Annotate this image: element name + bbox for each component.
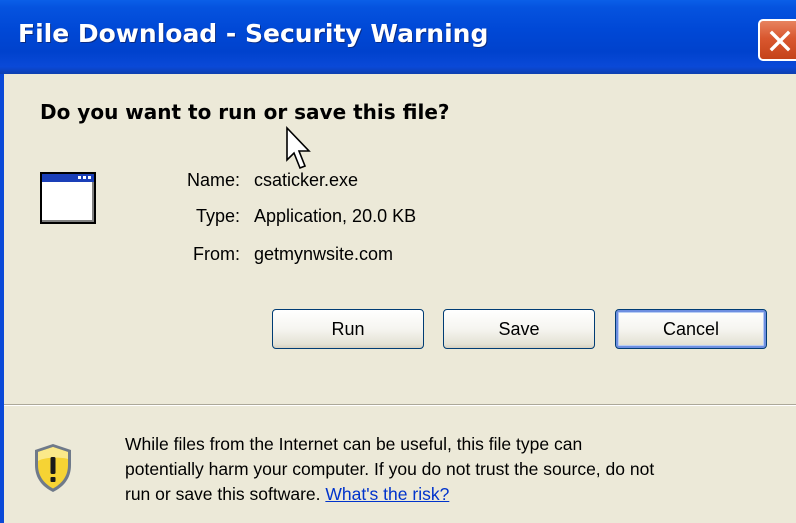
window-title: File Download - Security Warning	[18, 19, 489, 48]
title-bar[interactable]: File Download - Security Warning	[0, 0, 796, 74]
close-icon	[769, 30, 791, 52]
mouse-cursor-icon	[286, 126, 311, 170]
type-value: Application, 20.0 KB	[254, 206, 417, 226]
whats-the-risk-link[interactable]: What's the risk?	[325, 484, 449, 504]
run-button[interactable]: Run	[272, 309, 424, 349]
close-button[interactable]	[758, 19, 796, 61]
from-label: From:	[193, 244, 240, 264]
warning-line-3: run or save this software. What's the ri…	[125, 482, 785, 507]
warning-line-1: While files from the Internet can be use…	[125, 434, 583, 454]
application-icon	[40, 172, 96, 224]
warning-line-2: potentially harm your computer. If you d…	[125, 459, 655, 479]
name-value: csaticker.exe	[254, 170, 359, 190]
name-label: Name:	[186, 170, 240, 190]
cancel-button[interactable]: Cancel	[615, 309, 767, 349]
dialog-question: Do you want to run or save this file?	[40, 100, 450, 124]
window-frame-left	[0, 74, 4, 523]
type-label: Type:	[195, 206, 240, 226]
divider	[4, 404, 796, 406]
security-warning-text: While files from the Internet can be use…	[125, 432, 785, 507]
from-value: getmynwsite.com	[254, 244, 394, 264]
warning-line-3-text: run or save this software.	[125, 484, 321, 504]
save-button[interactable]: Save	[443, 309, 595, 349]
file-download-dialog: File Download - Security Warning Do you …	[0, 0, 796, 523]
security-shield-icon	[35, 444, 71, 492]
